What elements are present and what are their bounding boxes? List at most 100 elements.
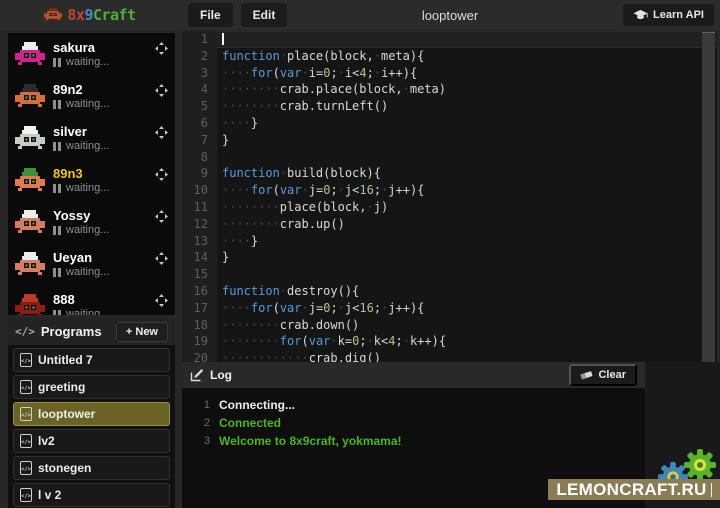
line-number: 20 bbox=[182, 350, 217, 362]
code-line[interactable]: 16function·destroy(){ bbox=[182, 283, 717, 300]
program-item[interactable]: </> l v 2 bbox=[13, 483, 170, 507]
player-list-panel: sakurawaiting... 89n2waiting... silverwa… bbox=[8, 33, 175, 315]
crab-avatar-icon bbox=[15, 251, 45, 277]
locate-icon[interactable] bbox=[155, 168, 168, 181]
code-editor[interactable]: 12function·place(block,·meta){3····for(v… bbox=[182, 31, 717, 362]
player-name: Ueyan bbox=[53, 251, 151, 264]
line-number: 1 bbox=[182, 31, 217, 48]
code-line[interactable]: 8 bbox=[182, 149, 717, 166]
player-info: 888waiting... bbox=[53, 293, 151, 316]
locate-icon[interactable] bbox=[155, 84, 168, 97]
program-item[interactable]: </> greeting bbox=[13, 375, 170, 399]
code-text: } bbox=[217, 249, 717, 266]
player-status: waiting... bbox=[53, 141, 151, 152]
line-number: 19 bbox=[182, 333, 217, 350]
code-line[interactable]: 1 bbox=[182, 31, 717, 48]
watermark-text: LEMONCRAFT.RU bbox=[556, 481, 706, 498]
program-file-icon: </> bbox=[20, 407, 32, 421]
pause-icon bbox=[53, 184, 61, 193]
code-line[interactable]: 18········crab.down() bbox=[182, 317, 717, 334]
log-entry-text: Welcome to 8x9craft, yokmama! bbox=[219, 432, 402, 450]
line-number: 17 bbox=[182, 300, 217, 317]
line-number: 9 bbox=[182, 165, 217, 182]
program-item[interactable]: </> stonegen bbox=[13, 456, 170, 480]
topbar: 8x9Craft File Edit looptower Learn API bbox=[0, 0, 720, 30]
log-entry: 2Connected bbox=[182, 414, 645, 432]
code-line[interactable]: 5········crab.turnLeft() bbox=[182, 98, 717, 115]
code-line[interactable]: 7} bbox=[182, 132, 717, 149]
locate-icon[interactable] bbox=[155, 42, 168, 55]
code-text: ········crab.place(block,·meta) bbox=[217, 81, 717, 98]
code-line[interactable]: 20············crab.dig() bbox=[182, 350, 717, 362]
svg-text:</>: </> bbox=[21, 413, 32, 419]
player-status-label: waiting... bbox=[66, 99, 109, 110]
locate-icon[interactable] bbox=[155, 294, 168, 307]
player-row[interactable]: sakurawaiting... bbox=[8, 33, 175, 75]
code-line[interactable]: 17····for(var·j=0;·j<16;·j++){ bbox=[182, 300, 717, 317]
code-line[interactable]: 12········crab.up() bbox=[182, 216, 717, 233]
player-status: waiting... bbox=[53, 99, 151, 110]
player-row[interactable]: silver waiting... bbox=[8, 117, 175, 159]
code-text bbox=[217, 31, 717, 48]
code-line[interactable]: 14} bbox=[182, 249, 717, 266]
player-info: 89n2waiting... bbox=[53, 83, 151, 110]
player-name: sakura bbox=[53, 41, 151, 54]
edit-menu-button[interactable]: Edit bbox=[241, 3, 288, 27]
file-menu-button[interactable]: File bbox=[188, 3, 233, 27]
code-lines: 12function·place(block,·meta){3····for(v… bbox=[182, 31, 717, 362]
locate-icon[interactable] bbox=[155, 252, 168, 265]
code-line[interactable]: 6····} bbox=[182, 115, 717, 132]
program-item[interactable]: </> lv2 bbox=[13, 429, 170, 453]
locate-icon[interactable] bbox=[155, 126, 168, 139]
player-status-label: waiting... bbox=[66, 225, 109, 236]
player-status: waiting... bbox=[53, 267, 151, 278]
learn-api-button[interactable]: Learn API bbox=[623, 4, 714, 26]
svg-text:</>: </> bbox=[21, 440, 32, 446]
code-line[interactable]: 13····} bbox=[182, 233, 717, 250]
code-line[interactable]: 3····for(var·i=0;·i<4;·i++){ bbox=[182, 65, 717, 82]
code-line[interactable]: 19········for(var·k=0;·k<4;·k++){ bbox=[182, 333, 717, 350]
player-row[interactable]: 888waiting... bbox=[8, 285, 175, 315]
editor-scrollbar[interactable] bbox=[702, 32, 715, 362]
code-text: function·build(block){ bbox=[217, 165, 717, 182]
log-entry-text: Connected bbox=[219, 414, 281, 432]
line-number: 12 bbox=[182, 216, 217, 233]
program-item-label: looptower bbox=[38, 407, 95, 421]
code-text bbox=[217, 149, 717, 166]
program-item[interactable]: </> Untitled 7 bbox=[13, 348, 170, 372]
pause-icon bbox=[53, 100, 61, 109]
clear-log-button[interactable]: Clear bbox=[569, 364, 637, 386]
player-info: silver waiting... bbox=[53, 125, 151, 152]
player-status-label: waiting... bbox=[66, 141, 109, 152]
svg-text:</>: </> bbox=[21, 359, 32, 365]
line-number: 11 bbox=[182, 199, 217, 216]
player-row[interactable]: Ueyan waiting... bbox=[8, 243, 175, 285]
player-info: Ueyan waiting... bbox=[53, 251, 151, 278]
program-item[interactable]: </> looptower bbox=[13, 402, 170, 426]
gear-green-icon bbox=[683, 448, 717, 482]
code-line[interactable]: 10····for(var·j=0;·j<16;·j++){ bbox=[182, 182, 717, 199]
code-line[interactable]: 2function·place(block,·meta){ bbox=[182, 48, 717, 65]
player-name: silver bbox=[53, 125, 151, 138]
player-name: 89n3 bbox=[53, 167, 151, 180]
player-row[interactable]: 89n3waiting... bbox=[8, 159, 175, 201]
new-program-button[interactable]: + New bbox=[116, 322, 168, 342]
line-number: 16 bbox=[182, 283, 217, 300]
code-line[interactable]: 15 bbox=[182, 266, 717, 283]
code-line[interactable]: 4········crab.place(block,·meta) bbox=[182, 81, 717, 98]
code-text: ····} bbox=[217, 115, 717, 132]
program-list: </> Untitled 7 </> greeting </> looptowe… bbox=[8, 348, 175, 507]
program-item-label: Untitled 7 bbox=[38, 353, 93, 367]
programs-panel: </> Programs + New </> Untitled 7 </> gr… bbox=[8, 318, 175, 508]
crab-avatar-icon bbox=[15, 83, 45, 109]
code-line[interactable]: 11········place(block,·j) bbox=[182, 199, 717, 216]
locate-icon[interactable] bbox=[155, 210, 168, 223]
player-row[interactable]: 89n2waiting... bbox=[8, 75, 175, 117]
program-file-icon: </> bbox=[20, 461, 32, 475]
log-title: Log bbox=[210, 368, 232, 382]
learn-api-label: Learn API bbox=[653, 9, 704, 21]
code-line[interactable]: 9function·build(block){ bbox=[182, 165, 717, 182]
line-number: 10 bbox=[182, 182, 217, 199]
player-row[interactable]: Yossywaiting... bbox=[8, 201, 175, 243]
log-entry: 1Connecting... bbox=[182, 396, 645, 414]
